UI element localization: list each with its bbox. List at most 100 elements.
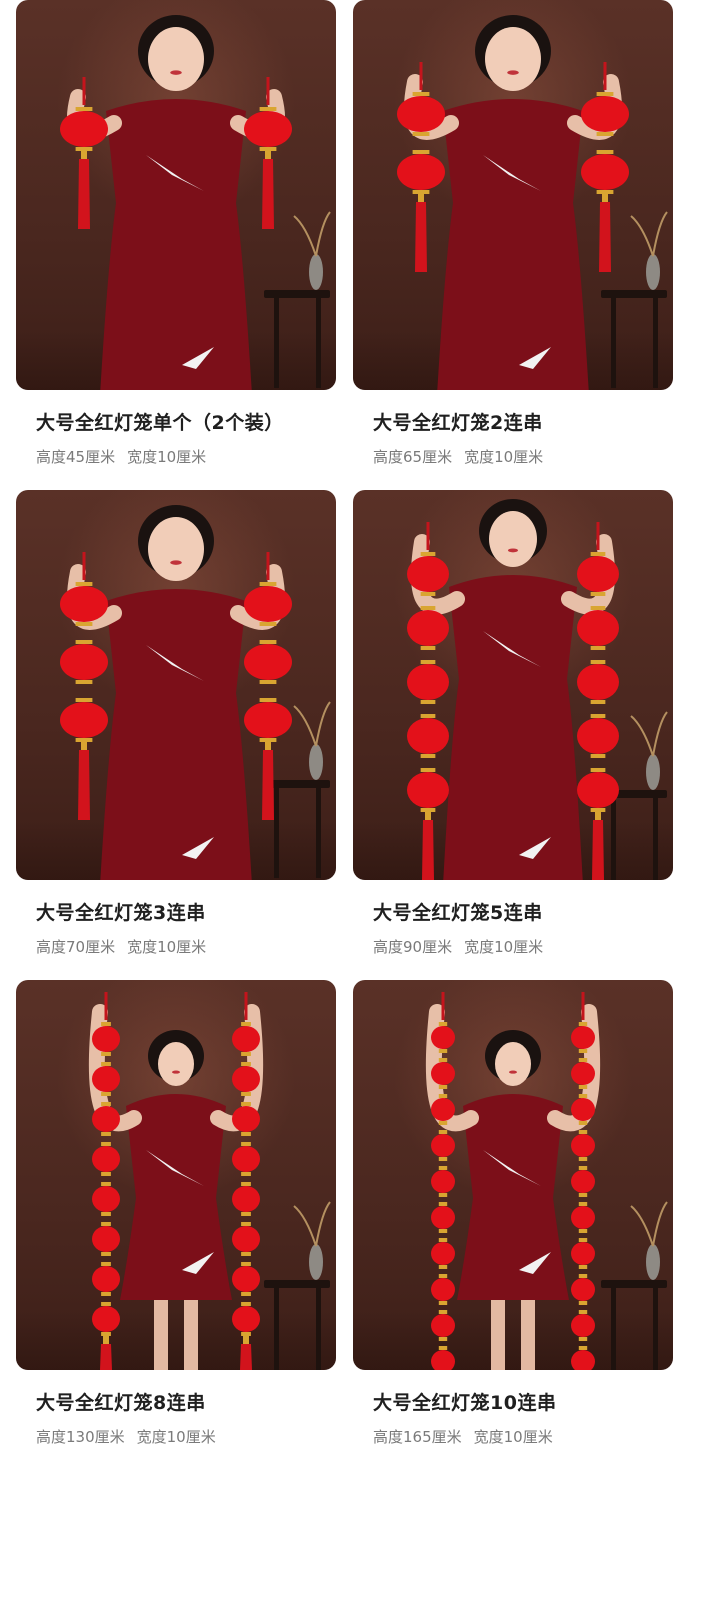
red-lantern	[407, 664, 449, 700]
red-lantern	[431, 1314, 455, 1337]
gold-cap	[101, 1062, 111, 1066]
red-lantern	[244, 644, 292, 680]
product-card[interactable]: 大号全红灯笼8连串 高度130厘米 宽度10厘米	[16, 980, 336, 1446]
gold-cap	[578, 1229, 588, 1233]
product-card[interactable]: 大号全红灯笼3连串 高度70厘米 宽度10厘米	[16, 490, 336, 956]
table-leg	[274, 788, 279, 878]
dried-flowers	[630, 211, 668, 257]
product-title[interactable]: 大号全红灯笼单个（2个装）	[36, 408, 284, 435]
gold-cap	[438, 1301, 448, 1305]
gold-cap	[578, 1346, 588, 1350]
gold-cap	[438, 1193, 448, 1197]
red-lantern	[581, 96, 629, 132]
red-lantern	[571, 1134, 595, 1157]
gold-cap	[101, 1172, 111, 1176]
gold-cap	[578, 1022, 588, 1026]
red-lantern	[397, 154, 445, 190]
gold-cap	[241, 1062, 251, 1066]
gold-cap	[420, 646, 436, 650]
tassel-knot	[81, 742, 87, 750]
gold-cap	[578, 1058, 588, 1062]
gold-cap	[438, 1310, 448, 1314]
gold-cap	[75, 698, 93, 702]
face	[495, 1042, 531, 1086]
table-leg	[611, 1288, 616, 1370]
gold-cap	[259, 698, 277, 702]
gold-cap	[578, 1121, 588, 1125]
product-width: 宽度10厘米	[464, 448, 544, 466]
gold-cap	[241, 1332, 251, 1336]
leg	[184, 1300, 198, 1370]
model-with-lanterns-illustration	[60, 505, 331, 880]
red-lantern	[571, 1026, 595, 1049]
model-with-lanterns-illustration	[60, 15, 331, 390]
product-photo[interactable]	[16, 490, 336, 880]
gold-cap	[101, 1092, 111, 1096]
red-tassel	[262, 750, 274, 820]
product-height: 高度65厘米	[373, 448, 453, 466]
gold-cap	[75, 680, 93, 684]
red-tassel	[100, 1344, 112, 1370]
tassel-knot	[81, 151, 87, 159]
product-title[interactable]: 大号全红灯笼3连串	[36, 898, 206, 925]
red-lantern	[577, 718, 619, 754]
red-lantern	[232, 1066, 260, 1092]
product-specs: 高度65厘米 宽度10厘米	[373, 446, 543, 467]
product-card[interactable]: 大号全红灯笼10连串 高度165厘米 宽度10厘米	[353, 980, 673, 1446]
gold-cap	[75, 582, 93, 586]
gold-cap	[578, 1166, 588, 1170]
dried-flowers	[630, 1201, 668, 1247]
product-photo[interactable]	[353, 0, 673, 390]
red-lantern	[244, 111, 292, 147]
dried-flowers	[293, 1201, 331, 1247]
tassel-knot	[265, 151, 271, 159]
side-table	[601, 290, 667, 298]
red-lantern	[92, 1266, 120, 1292]
gold-cap	[578, 1202, 588, 1206]
product-photo[interactable]	[353, 490, 673, 880]
red-lantern	[431, 1170, 455, 1193]
product-title[interactable]: 大号全红灯笼2连串	[373, 408, 543, 435]
table-leg	[274, 298, 279, 388]
product-title[interactable]: 大号全红灯笼5连串	[373, 898, 543, 925]
red-lantern	[571, 1170, 595, 1193]
gold-cap	[596, 92, 614, 96]
table-leg	[316, 788, 321, 878]
gold-cap	[241, 1132, 251, 1136]
product-card[interactable]: 大号全红灯笼单个（2个装） 高度45厘米 宽度10厘米	[16, 0, 336, 466]
gold-cap	[438, 1157, 448, 1161]
gold-cap	[101, 1132, 111, 1136]
gold-cap	[578, 1310, 588, 1314]
red-lantern	[60, 586, 108, 622]
red-lantern	[232, 1106, 260, 1132]
red-lantern	[92, 1066, 120, 1092]
gold-cap	[578, 1094, 588, 1098]
gold-cap	[241, 1292, 251, 1296]
gold-cap	[438, 1346, 448, 1350]
product-card[interactable]: 大号全红灯笼5连串 高度90厘米 宽度10厘米	[353, 490, 673, 956]
leg	[154, 1300, 168, 1370]
product-photo[interactable]	[16, 980, 336, 1370]
product-card[interactable]: 大号全红灯笼2连串 高度65厘米 宽度10厘米	[353, 0, 673, 466]
gold-cap	[75, 640, 93, 644]
gold-cap	[75, 107, 93, 111]
gold-cap	[241, 1022, 251, 1026]
gold-cap	[590, 700, 606, 704]
gold-cap	[590, 592, 606, 596]
gold-cap	[241, 1212, 251, 1216]
red-lantern	[232, 1026, 260, 1052]
gold-cap	[101, 1252, 111, 1256]
product-title[interactable]: 大号全红灯笼10连串	[373, 1388, 556, 1415]
product-title[interactable]: 大号全红灯笼8连串	[36, 1388, 206, 1415]
dried-flowers	[630, 711, 668, 757]
gold-cap	[578, 1301, 588, 1305]
product-photo[interactable]	[353, 980, 673, 1370]
product-specs: 高度45厘米 宽度10厘米	[36, 446, 206, 467]
side-table	[264, 1280, 330, 1288]
red-lantern	[577, 610, 619, 646]
red-lantern	[92, 1186, 120, 1212]
product-photo[interactable]	[16, 0, 336, 390]
table-leg	[611, 798, 616, 880]
left-lantern-string	[60, 552, 108, 820]
red-lantern	[60, 111, 108, 147]
